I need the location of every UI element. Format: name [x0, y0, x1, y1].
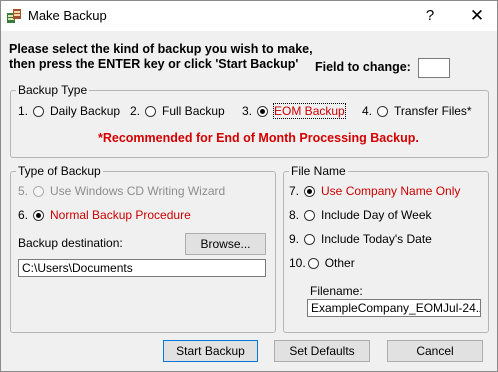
- title-bar[interactable]: Make Backup ? ✕: [1, 1, 497, 31]
- option-number: 1.: [18, 104, 29, 118]
- backup-type-daily[interactable]: 1. Daily Backup: [18, 104, 120, 118]
- browse-button[interactable]: Browse...: [185, 233, 266, 255]
- option-number: 6.: [18, 208, 29, 222]
- cancel-label: Cancel: [416, 344, 454, 358]
- radio-button[interactable]: [377, 105, 389, 117]
- option-number: 4.: [362, 104, 373, 118]
- filename-todays-date[interactable]: 9. Include Today's Date: [289, 232, 432, 246]
- radio-button-selected[interactable]: [304, 185, 316, 197]
- radio-button[interactable]: [307, 257, 319, 269]
- browse-button-label: Browse...: [200, 237, 251, 251]
- option-number: 5.: [18, 184, 29, 198]
- option-label: Transfer Files*: [394, 104, 472, 118]
- filename-label: Filename:: [310, 284, 363, 298]
- set-defaults-button[interactable]: Set Defaults: [274, 340, 370, 362]
- backup-method-normal[interactable]: 6. Normal Backup Procedure: [18, 208, 191, 222]
- backup-type-transfer[interactable]: 4. Transfer Files*: [362, 104, 472, 118]
- option-number: 7.: [289, 184, 300, 198]
- option-number: 3.: [242, 104, 253, 118]
- backup-destination-label: Backup destination:: [18, 236, 123, 250]
- instructions: Please select the kind of backup you wis…: [9, 42, 313, 72]
- filename-input[interactable]: ExampleCompany_EOMJul-24.ZIP: [307, 299, 481, 317]
- option-label: Other: [324, 256, 355, 270]
- filename-day-of-week[interactable]: 8. Include Day of Week: [289, 208, 432, 222]
- type-of-backup-legend: Type of Backup: [16, 164, 103, 178]
- option-label: EOM Backup: [273, 103, 346, 119]
- field-to-change-label: Field to change:: [315, 60, 411, 74]
- backup-type-eom[interactable]: 3. EOM Backup: [242, 103, 346, 119]
- close-button[interactable]: ✕: [457, 1, 497, 31]
- radio-button-disabled[interactable]: [33, 185, 45, 197]
- instruction-line-2: then press the ENTER key or click 'Start…: [9, 57, 299, 71]
- radio-button[interactable]: [304, 209, 316, 221]
- option-label: Daily Backup: [50, 104, 121, 118]
- filename-company-only[interactable]: 7. Use Company Name Only: [289, 184, 460, 198]
- option-label: Use Company Name Only: [321, 184, 461, 198]
- make-backup-dialog: Make Backup ? ✕ Please select the kind o…: [0, 0, 498, 372]
- backup-type-group: [10, 90, 489, 158]
- instruction-line-1: Please select the kind of backup you wis…: [9, 42, 313, 56]
- backup-app-icon: [7, 9, 21, 23]
- option-number: 8.: [289, 208, 300, 222]
- recommendation-note: *Recommended for End of Month Processing…: [98, 131, 419, 145]
- window-title: Make Backup: [28, 8, 107, 23]
- filename-other[interactable]: 10. Other: [289, 256, 355, 270]
- option-number: 10.: [289, 256, 306, 270]
- option-label: Use Windows CD Writing Wizard: [50, 184, 226, 198]
- option-label: Normal Backup Procedure: [50, 208, 191, 222]
- start-backup-button[interactable]: Start Backup: [163, 340, 258, 362]
- option-number: 9.: [289, 232, 300, 246]
- help-button[interactable]: ?: [415, 1, 445, 31]
- radio-button[interactable]: [33, 105, 45, 117]
- option-label: Full Backup: [162, 104, 225, 118]
- file-name-legend: File Name: [289, 164, 348, 178]
- radio-button[interactable]: [304, 233, 316, 245]
- radio-button-selected[interactable]: [257, 105, 269, 117]
- start-backup-label: Start Backup: [176, 344, 245, 358]
- set-defaults-label: Set Defaults: [289, 344, 355, 358]
- backup-type-full[interactable]: 2. Full Backup: [130, 104, 225, 118]
- radio-button[interactable]: [145, 105, 157, 117]
- option-number: 2.: [130, 104, 141, 118]
- option-label: Include Today's Date: [321, 232, 432, 246]
- field-to-change-input[interactable]: [418, 58, 450, 78]
- backup-destination-input[interactable]: C:\Users\Documents: [18, 259, 266, 277]
- option-label: Include Day of Week: [321, 208, 432, 222]
- backup-type-legend: Backup Type: [16, 83, 90, 97]
- cancel-button[interactable]: Cancel: [387, 340, 483, 362]
- radio-button-selected[interactable]: [33, 209, 45, 221]
- backup-method-cd-wizard[interactable]: 5. Use Windows CD Writing Wizard: [18, 184, 225, 198]
